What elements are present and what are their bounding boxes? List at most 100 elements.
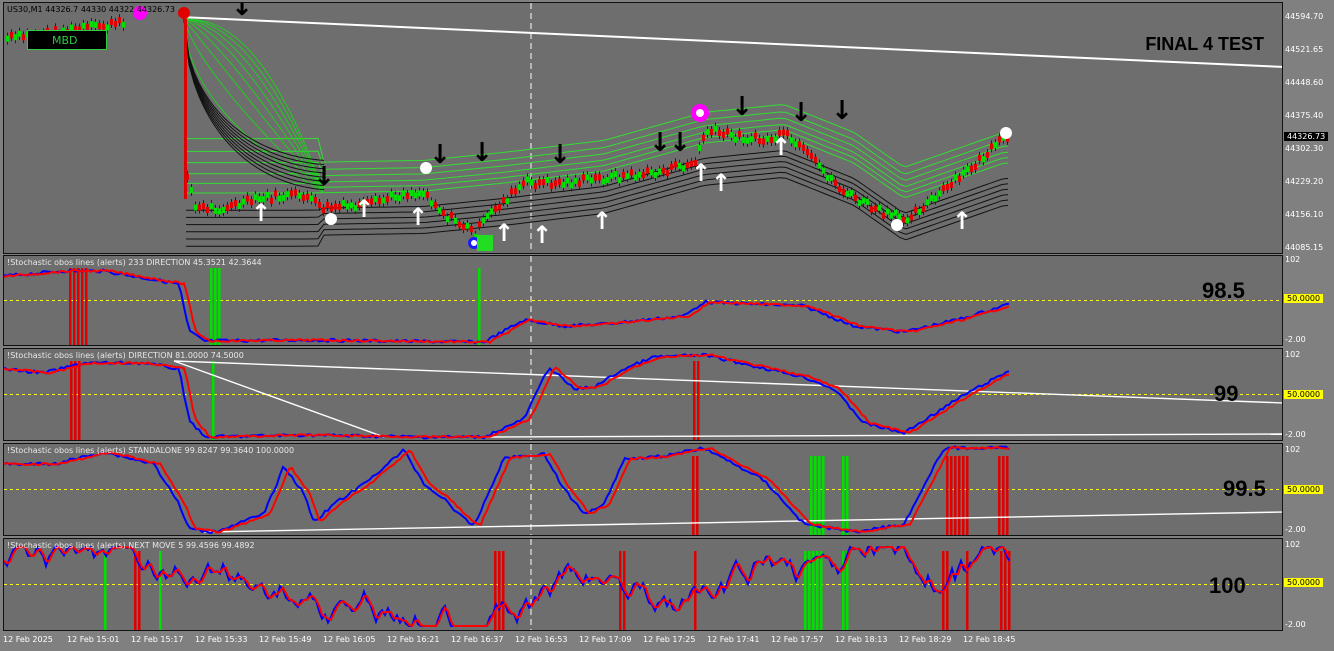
signal-bar (820, 551, 823, 630)
signal-bar (812, 551, 815, 630)
price-chart-canvas[interactable]: ↓↓ ↓ ↓ ↓↓↓ ↓ ↓↓↑ ↑ ↑↑ ↑ ↑↑ ↑↑↑ (4, 3, 1283, 254)
signal-bar (950, 456, 953, 535)
mbd-button[interactable]: MBD (27, 30, 107, 50)
candle-body (486, 212, 489, 219)
candle-body (426, 191, 429, 198)
indicator-big-value: 99 (1214, 381, 1239, 406)
candle-body (846, 190, 849, 197)
candle-body (338, 203, 341, 210)
candle-body (246, 195, 249, 202)
arrow-down-icon: ↓ (649, 128, 671, 158)
signal-bar (946, 456, 949, 535)
candle-body (614, 171, 617, 178)
candle-body (678, 162, 681, 169)
candle-body (522, 180, 525, 187)
candle-body (518, 184, 521, 191)
trendline (179, 16, 1282, 68)
candle-body (442, 209, 445, 216)
arrow-down-icon: ↓ (731, 92, 753, 122)
signal-bar (998, 456, 1001, 535)
signal-dot (1000, 127, 1012, 139)
arrow-up-icon: ↑ (251, 199, 271, 227)
stochastic-direction-233-pane[interactable]: !Stochastic obos lines (alerts) 233 DIRE… (3, 255, 1283, 346)
price-tick: 44594.70 (1285, 12, 1324, 21)
candle-body (634, 174, 637, 181)
price-tick: 44375.40 (1285, 111, 1324, 120)
candle-body (922, 205, 925, 212)
signal-bar (619, 551, 622, 630)
candle-body (638, 171, 641, 178)
signal-bar (842, 456, 845, 535)
candle-body (738, 131, 741, 138)
candle-body (102, 23, 105, 30)
candle-body (94, 21, 97, 28)
candle-body (794, 141, 797, 148)
stochastic-canvas[interactable] (4, 256, 1283, 346)
candle-body (966, 166, 969, 173)
mt4-chart-window[interactable]: ↓ ↓ ↓ ↓ ↓ ↓ ↓ ↓ ↓ ↓ ↑ ↑ ↑ ↑ ↑ ↑ ↑ ↑ ↑ ↑ US30,M1 44326.7 443… (0, 0, 1334, 651)
signal-bar (697, 361, 700, 440)
price-tick: 44085.15 (1285, 243, 1324, 252)
signal-bar (966, 456, 969, 535)
price-axis[interactable]: 44594.70 44521.65 44448.60 44375.40 4432… (1283, 2, 1334, 254)
candle-body (562, 181, 565, 188)
stochastic-next-move-pane[interactable]: !Stochastic obos lines (alerts) NEXT MOV… (3, 538, 1283, 631)
stochastic-canvas[interactable] (4, 539, 1283, 631)
candle-body (210, 203, 213, 210)
arrow-down-icon: ↓ (549, 140, 571, 170)
signal-bar (494, 551, 497, 630)
time-label: 12 Feb 17:41 (707, 635, 760, 644)
candle-body (278, 195, 281, 202)
candle-body (494, 205, 497, 212)
candle-body (418, 190, 421, 197)
time-label: 12 Feb 2025 (3, 635, 53, 644)
arrow-up-icon: ↑ (354, 195, 374, 223)
signal-bar (808, 551, 811, 630)
candle-body (282, 194, 285, 201)
candle-body (998, 136, 1001, 143)
candle-body (810, 152, 813, 159)
candle-body (642, 172, 645, 179)
signal-dot (471, 240, 477, 246)
candle-body (874, 205, 877, 212)
indicator-label: !Stochastic obos lines (alerts) DIRECTIO… (7, 351, 244, 360)
signal-bar (1002, 456, 1005, 535)
candle-body (298, 192, 301, 199)
candle-body (114, 20, 117, 27)
price-tick: 44229.20 (1285, 177, 1324, 186)
stochastic-standalone-pane[interactable]: !Stochastic obos lines (alerts) STANDALO… (3, 443, 1283, 536)
candle-body (622, 171, 625, 178)
time-axis[interactable]: 12 Feb 2025 12 Feb 15:01 12 Feb 15:17 12… (3, 632, 1283, 651)
candle-body (586, 174, 589, 181)
stochastic-direction-pane[interactable]: !Stochastic obos lines (alerts) DIRECTIO… (3, 348, 1283, 441)
candle-body (630, 169, 633, 176)
candle-body (582, 174, 585, 181)
candle-body (650, 169, 653, 176)
candle-body (402, 190, 405, 197)
time-label: 12 Feb 18:45 (963, 635, 1016, 644)
signal-bar (1000, 551, 1003, 630)
stochastic-canvas[interactable] (4, 444, 1283, 536)
candle-body (902, 216, 905, 223)
candle-body (726, 128, 729, 135)
candle-body (526, 176, 529, 183)
price-chart-pane[interactable]: ↓ ↓ ↓ ↓ ↓ ↓ ↓ ↓ ↓ ↓ ↑ ↑ ↑ ↑ ↑ ↑ ↑ ↑ ↑ ↑ US30,M1 44326.7 443… (3, 2, 1283, 254)
candle-body (406, 193, 409, 200)
candle-body (990, 143, 993, 150)
candle-body (422, 191, 425, 198)
price-tick: 44448.60 (1285, 78, 1324, 87)
candle-body (290, 190, 293, 197)
candle-body (814, 156, 817, 163)
candle-body (566, 177, 569, 184)
candle-body (410, 189, 413, 196)
stochastic-canvas[interactable] (4, 349, 1283, 441)
current-price-tag: 44326.73 (1284, 132, 1329, 141)
candle-body (342, 200, 345, 207)
price-tick: 44156.10 (1285, 210, 1324, 219)
arrow-up-icon: ↑ (494, 219, 514, 247)
price-tick: 44521.65 (1285, 45, 1324, 54)
candle-body (590, 177, 593, 184)
candle-body (662, 167, 665, 174)
candle-body (294, 189, 297, 196)
candle-body (462, 224, 465, 231)
